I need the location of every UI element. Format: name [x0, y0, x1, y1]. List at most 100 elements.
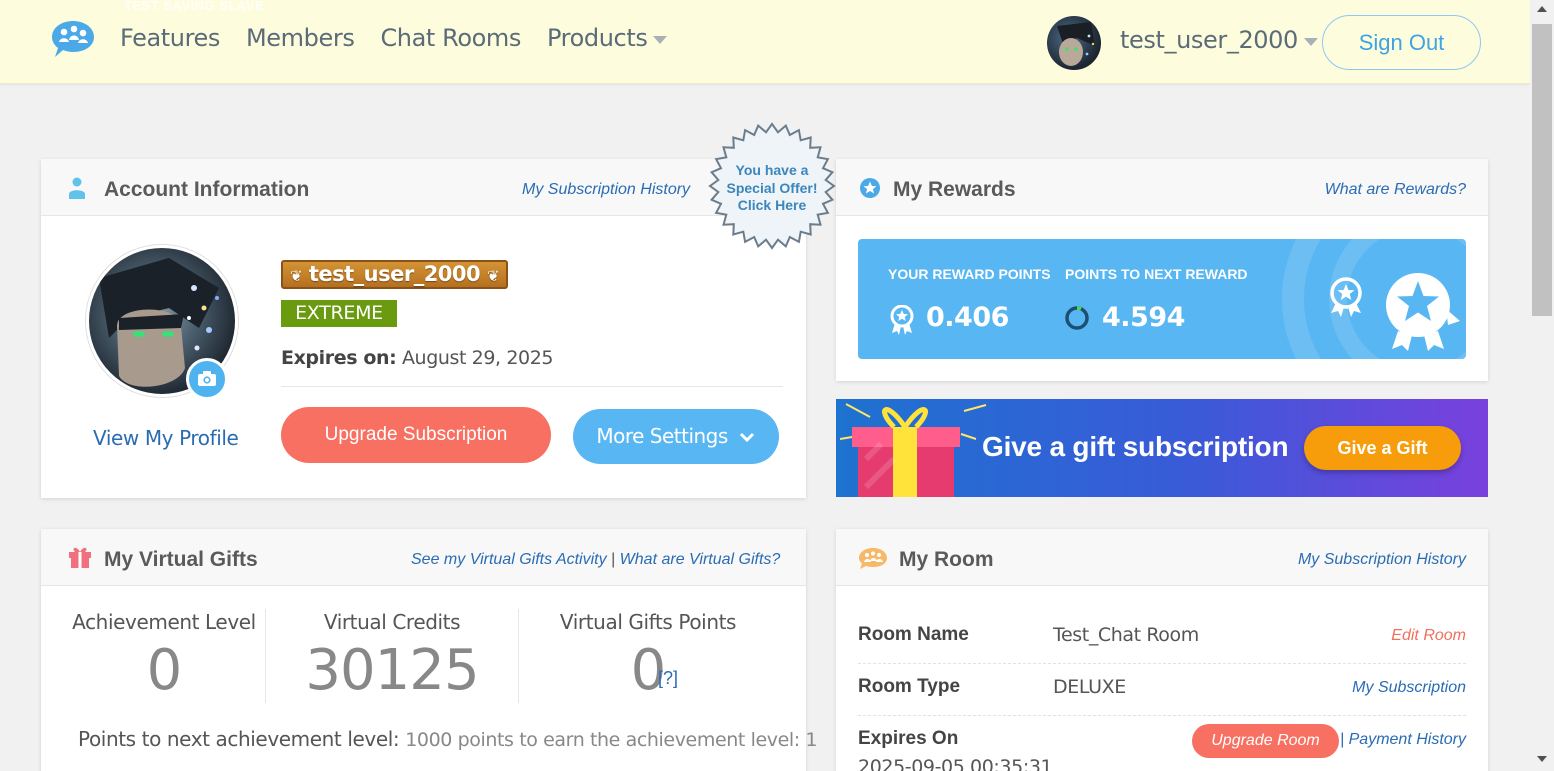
special-offer-line-2: Special Offer! [726, 179, 818, 196]
room-info-row: Room Name Test_Chat Room Edit Room [858, 612, 1466, 664]
account-panel-title: Account Information [104, 178, 310, 201]
site-logo-icon[interactable] [50, 18, 96, 60]
header-avatar[interactable] [1047, 16, 1101, 70]
special-offer-line-3: Click Here [737, 197, 807, 213]
virtual-credits-stat: Virtual Credits 30125 [281, 610, 503, 703]
chat-room-icon [859, 548, 887, 569]
room-subscription-history-link[interactable]: My Subscription History [1298, 551, 1466, 569]
account-information-panel: Account Information My Subscription Hist… [41, 159, 806, 498]
change-photo-button[interactable] [186, 358, 228, 400]
link-separator: | [611, 551, 616, 568]
virtual-gifts-panel-title: My Virtual Gifts [104, 548, 258, 571]
sign-out-button[interactable]: Sign Out [1322, 15, 1481, 70]
room-info-row: Room Type DELUXE My Subscription [858, 664, 1466, 716]
username-badge-text: test_user_2000 [308, 262, 481, 286]
page-scrollbar[interactable] [1530, 0, 1554, 771]
large-award-ribbon-icon [1386, 273, 1460, 351]
gift-icon [69, 547, 91, 568]
room-info-key: Room Type [858, 676, 961, 697]
what-are-rewards-link[interactable]: What are Rewards? [1325, 181, 1466, 199]
laurel-left-icon: ❦ [289, 267, 303, 285]
small-award-ribbon-icon [1330, 277, 1362, 317]
stat-label: Virtual Gifts Points [559, 610, 737, 634]
gift-banner-text: Give a gift subscription [982, 431, 1289, 462]
membership-tier-badge: EXTREME [281, 300, 397, 327]
room-info-value: DELUXE [1053, 676, 1126, 698]
reward-points-value: 0.406 [926, 302, 1009, 333]
my-virtual-gifts-panel: My Virtual Gifts See my Virtual Gifts Ac… [41, 529, 817, 771]
payment-history-link[interactable]: | Payment History [1340, 731, 1466, 749]
room-info-row: Expires On 2025-09-05 00:35:31 | Payment… [858, 716, 1466, 771]
scroll-down-arrow-icon[interactable] [1537, 756, 1547, 762]
nav-features[interactable]: Features [120, 24, 220, 52]
top-header: TEST SAVING SLAVE Features Members Chat … [0, 0, 1530, 84]
scroll-up-arrow-icon[interactable] [1537, 6, 1547, 12]
stat-value: 0 [146, 638, 183, 703]
room-info-value: 2025-09-05 00:35:31 [858, 756, 1053, 771]
stat-label: Virtual Credits [323, 610, 461, 634]
username-badge: ❦ test_user_2000 ❦ [281, 260, 508, 289]
divider [281, 386, 783, 387]
points-to-next-level: Points to next achievement level: 1000 p… [78, 727, 817, 751]
virtual-gifts-activity-link[interactable]: See my Virtual Gifts Activity [411, 551, 607, 568]
special-offer-line-1: You have a [735, 162, 809, 178]
account-panel-header: Account Information My Subscription Hist… [41, 159, 806, 216]
what-are-virtual-gifts-link[interactable]: What are Virtual Gifts? [620, 551, 781, 568]
special-offer-link[interactable]: You have a Special Offer! Click Here [708, 162, 836, 215]
main-nav: Features Members Chat Rooms Products [120, 24, 693, 52]
rewards-panel-header: My Rewards What are Rewards? [836, 159, 1488, 216]
points-next-label: Points to next achievement level: [78, 727, 400, 751]
virtual-gifts-activity-links: See my Virtual Gifts Activity | What are… [411, 551, 780, 569]
user-menu[interactable]: test_user_2000 [1120, 26, 1318, 54]
achievement-level-stat: Achievement Level 0 [68, 610, 260, 703]
my-subscription-link[interactable]: My Subscription [1352, 679, 1466, 697]
upgrade-subscription-button[interactable]: Upgrade Subscription [281, 407, 551, 463]
nav-products[interactable]: Products [547, 24, 668, 52]
room-info-key: Room Name [858, 624, 969, 645]
chevron-down-icon [1303, 37, 1318, 46]
room-info-value: Test_Chat Room [1053, 624, 1199, 646]
avatar-portrait-icon [1057, 22, 1095, 66]
edit-room-link[interactable]: Edit Room [1391, 627, 1466, 645]
stat-value: 0 [630, 638, 667, 703]
more-settings-button[interactable]: More Settings [573, 409, 779, 464]
virtual-gifts-points-stat: Virtual Gifts Points 0 [538, 610, 758, 703]
laurel-right-icon: ❦ [486, 267, 500, 285]
upgrade-room-button[interactable]: Upgrade Room [1192, 724, 1339, 758]
user-menu-name: test_user_2000 [1120, 26, 1298, 54]
subscription-expiry: Expires on: August 29, 2025 [281, 347, 553, 369]
star-badge-icon [860, 178, 880, 198]
my-room-panel: My Room My Subscription History Room Nam… [836, 529, 1488, 771]
gift-subscription-banner[interactable]: Give a gift subscription Give a Gift [836, 399, 1488, 497]
room-panel-header: My Room My Subscription History [836, 529, 1488, 586]
points-next-value: 1000 points to earn the achievement leve… [405, 729, 818, 751]
more-settings-label: More Settings [596, 424, 728, 448]
reward-points-box: YOUR REWARD POINTS 0.406 POINTS TO NEXT … [858, 239, 1466, 359]
give-a-gift-button[interactable]: Give a Gift [1304, 426, 1461, 470]
subscription-history-link[interactable]: My Subscription History [522, 181, 690, 199]
scroll-thumb[interactable] [1532, 24, 1552, 316]
rewards-panel-title: My Rewards [893, 178, 1016, 201]
reward-background-decoration [1282, 239, 1466, 359]
progress-ring-icon [1065, 306, 1089, 330]
user-icon [69, 177, 85, 199]
chevron-down-icon [739, 432, 754, 443]
my-rewards-panel: My Rewards What are Rewards? YOUR REWARD… [836, 159, 1488, 381]
divider [518, 609, 519, 703]
nav-members[interactable]: Members [246, 24, 355, 52]
next-reward-label: POINTS TO NEXT REWARD [1065, 266, 1248, 282]
stat-label: Achievement Level [72, 610, 256, 634]
view-profile-link[interactable]: View My Profile [93, 426, 239, 450]
camera-icon [198, 371, 216, 386]
divider [265, 609, 266, 703]
stat-value: 30125 [305, 638, 479, 703]
room-panel-title: My Room [899, 548, 994, 571]
expires-value: August 29, 2025 [401, 347, 554, 369]
nav-chat-rooms[interactable]: Chat Rooms [380, 24, 521, 52]
next-reward-value: 4.594 [1102, 302, 1185, 333]
chevron-down-icon [653, 35, 668, 44]
reward-points-label: YOUR REWARD POINTS [888, 266, 1051, 282]
expires-label: Expires on: [281, 347, 397, 369]
nav-products-label: Products [547, 24, 648, 52]
help-link[interactable]: [?] [658, 668, 678, 689]
